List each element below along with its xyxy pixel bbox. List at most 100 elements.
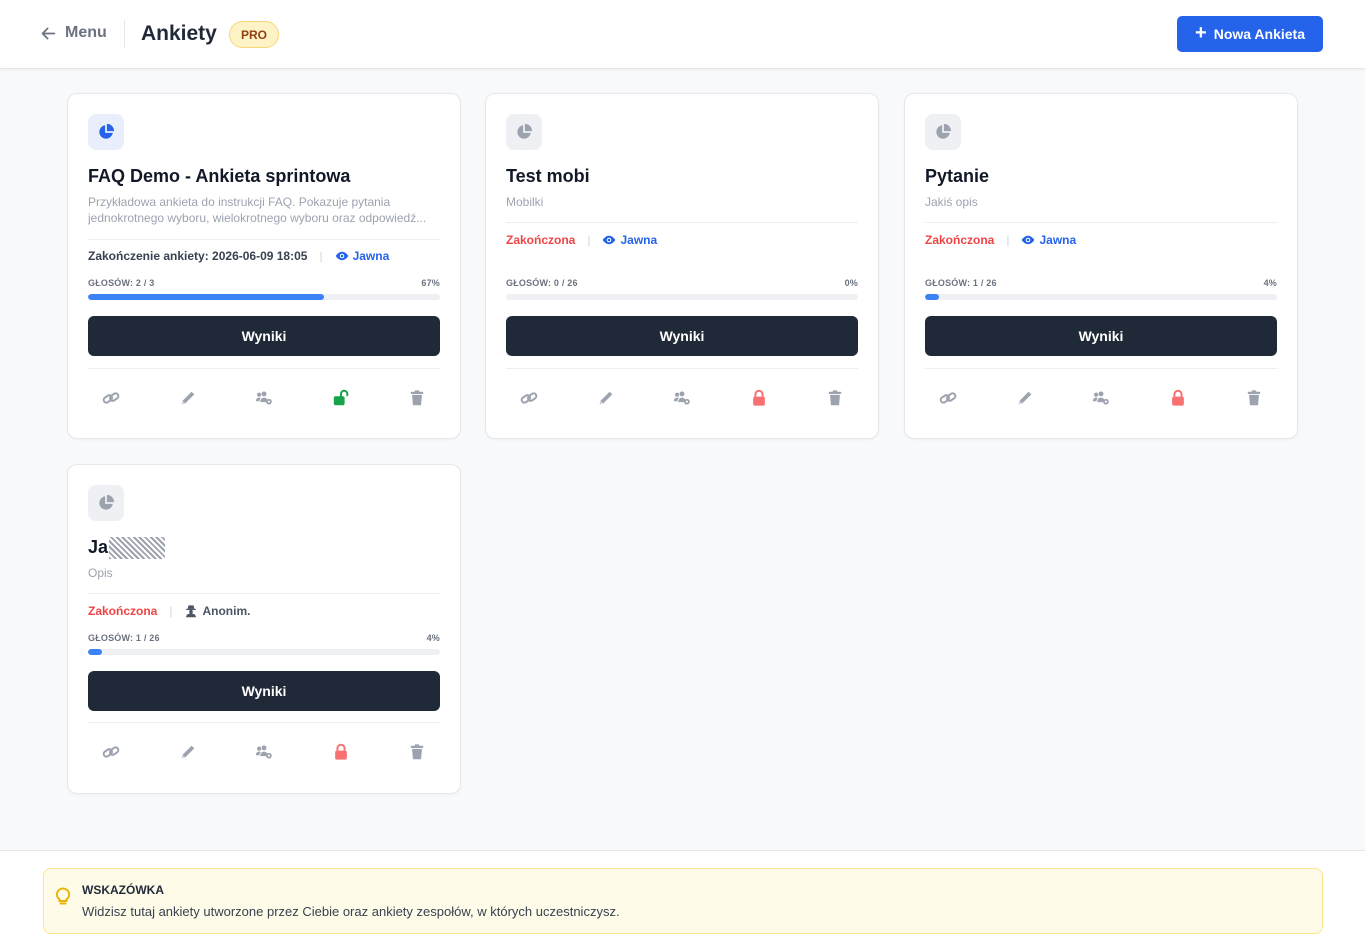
pencil-icon bbox=[181, 391, 194, 405]
lock-toggle-button[interactable] bbox=[330, 741, 352, 763]
divider bbox=[925, 368, 1277, 369]
progress-fill bbox=[88, 649, 103, 655]
lock-icon bbox=[1171, 389, 1184, 406]
redacted-text bbox=[109, 537, 166, 560]
new-survey-label: Nowa Ankieta bbox=[1213, 26, 1305, 42]
delete-button[interactable] bbox=[406, 741, 428, 763]
votes-count: GŁOSÓW: 0 / 26 bbox=[506, 278, 578, 288]
progress-fill bbox=[88, 294, 324, 300]
votes-percent: 4% bbox=[426, 633, 440, 643]
visibility-label: Jawna bbox=[1039, 233, 1077, 247]
votes-count: GŁOSÓW: 1 / 26 bbox=[925, 278, 997, 288]
visibility-label: Anonim. bbox=[202, 604, 251, 618]
copy-link-button[interactable] bbox=[100, 387, 122, 409]
survey-deadline: Zakończenie ankiety: 2026-06-09 18:05 bbox=[88, 249, 308, 263]
copy-link-button[interactable] bbox=[518, 387, 540, 409]
survey-card: FAQ Demo - Ankieta sprintowa Przykładowa… bbox=[67, 93, 461, 439]
arrow-left-icon bbox=[41, 27, 56, 39]
users-cog-icon bbox=[673, 391, 690, 405]
lock-toggle-button[interactable] bbox=[1167, 387, 1189, 409]
card-actions bbox=[88, 741, 440, 763]
users-cog-icon bbox=[255, 745, 272, 759]
tip-text: Widzisz tutaj ankiety utworzone przez Ci… bbox=[82, 904, 620, 919]
user-secret-icon bbox=[186, 605, 197, 618]
delete-button[interactable] bbox=[824, 387, 846, 409]
divider bbox=[88, 593, 440, 594]
delete-button[interactable] bbox=[406, 387, 428, 409]
survey-description: Opis bbox=[88, 566, 113, 580]
team-settings-button[interactable] bbox=[253, 741, 275, 763]
lock-toggle-button[interactable] bbox=[330, 387, 352, 409]
meta-separator: | bbox=[169, 604, 173, 618]
tip-box: WSKAZÓWKA Widzisz tutaj ankiety utworzon… bbox=[43, 868, 1323, 934]
votes-row: GŁOSÓW: 2 / 3 67% bbox=[88, 278, 440, 288]
survey-description: Mobilki bbox=[506, 195, 544, 209]
pie-chart-icon bbox=[517, 123, 533, 139]
survey-title: Test mobi bbox=[506, 166, 590, 186]
survey-status: Zakończona bbox=[925, 233, 995, 247]
edit-button[interactable] bbox=[595, 387, 617, 409]
trash-icon bbox=[1247, 390, 1261, 406]
pro-badge: PRO bbox=[229, 21, 279, 48]
eye-icon bbox=[603, 235, 616, 245]
trash-icon bbox=[828, 390, 842, 406]
survey-meta: Zakończona | Jawna bbox=[506, 233, 657, 247]
card-actions bbox=[925, 387, 1277, 409]
visibility-label: Jawna bbox=[620, 233, 658, 247]
edit-button[interactable] bbox=[177, 741, 199, 763]
trash-icon bbox=[410, 390, 424, 406]
copy-link-button[interactable] bbox=[100, 741, 122, 763]
delete-button[interactable] bbox=[1243, 387, 1265, 409]
results-button[interactable]: Wyniki bbox=[88, 671, 440, 711]
pencil-icon bbox=[1018, 391, 1031, 405]
votes-percent: 67% bbox=[421, 278, 440, 288]
pie-chart-icon bbox=[99, 123, 115, 139]
survey-status: Zakończona bbox=[88, 604, 158, 618]
link-icon bbox=[102, 392, 120, 404]
trash-icon bbox=[410, 744, 424, 760]
team-settings-button[interactable] bbox=[1090, 387, 1112, 409]
survey-icon-box bbox=[506, 114, 542, 150]
back-label: Menu bbox=[65, 24, 107, 41]
back-to-menu-button[interactable]: Menu bbox=[40, 24, 107, 42]
divider bbox=[88, 239, 440, 240]
eye-icon bbox=[335, 251, 348, 261]
visibility-badge: Jawna bbox=[335, 249, 390, 263]
divider bbox=[506, 368, 858, 369]
users-cog-icon bbox=[1092, 391, 1109, 405]
team-settings-button[interactable] bbox=[671, 387, 693, 409]
results-button[interactable]: Wyniki bbox=[925, 316, 1277, 356]
results-button[interactable]: Wyniki bbox=[88, 316, 440, 356]
lock-toggle-button[interactable] bbox=[748, 387, 770, 409]
copy-link-button[interactable] bbox=[937, 387, 959, 409]
edit-button[interactable] bbox=[1014, 387, 1036, 409]
survey-description: Jakiś opis bbox=[925, 195, 978, 209]
votes-row: GŁOSÓW: 0 / 26 0% bbox=[506, 278, 858, 288]
pencil-icon bbox=[599, 391, 612, 405]
votes-count: GŁOSÓW: 1 / 26 bbox=[88, 633, 160, 643]
survey-icon-box bbox=[88, 114, 124, 150]
team-settings-button[interactable] bbox=[253, 387, 275, 409]
survey-card: Pytanie Jakiś opis Zakończona | Jawna GŁ… bbox=[904, 93, 1298, 439]
pencil-icon bbox=[181, 745, 194, 759]
plus-icon: + bbox=[1195, 22, 1207, 44]
edit-button[interactable] bbox=[177, 387, 199, 409]
survey-meta: Zakończona | Jawna bbox=[925, 233, 1076, 247]
survey-title-text: Ja bbox=[88, 537, 109, 557]
eye-icon bbox=[1022, 235, 1035, 245]
footer: WSKAZÓWKA Widzisz tutaj ankiety utworzon… bbox=[0, 850, 1365, 949]
pie-chart-icon bbox=[99, 494, 115, 510]
unlock-icon bbox=[333, 389, 348, 406]
survey-icon-box bbox=[88, 485, 124, 521]
progress-fill bbox=[925, 294, 940, 300]
new-survey-button[interactable]: + Nowa Ankieta bbox=[1177, 16, 1323, 52]
visibility-label: Jawna bbox=[352, 249, 390, 263]
survey-icon-box bbox=[925, 114, 961, 150]
tip-title: WSKAZÓWKA bbox=[82, 883, 164, 897]
results-button[interactable]: Wyniki bbox=[506, 316, 858, 356]
card-actions bbox=[506, 387, 858, 409]
visibility-badge: Jawna bbox=[602, 233, 657, 247]
votes-row: GŁOSÓW: 1 / 26 4% bbox=[88, 633, 440, 643]
pie-chart-icon bbox=[936, 123, 952, 139]
divider bbox=[506, 222, 858, 223]
